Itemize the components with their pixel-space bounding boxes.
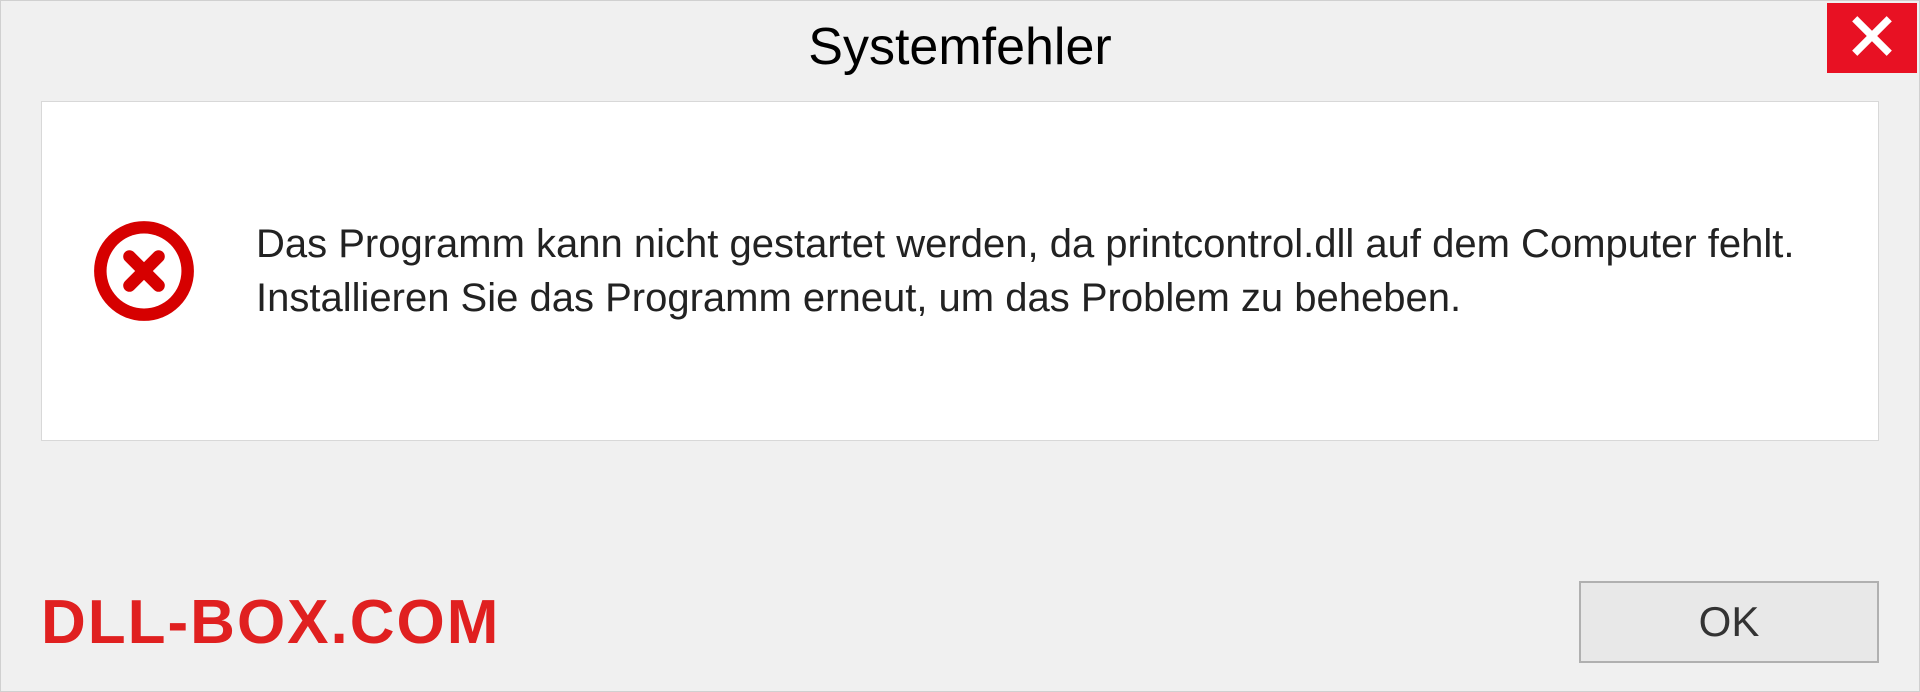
dialog-message: Das Programm kann nicht gestartet werden… bbox=[256, 217, 1828, 325]
error-dialog: Systemfehler Das Programm kann nicht ges… bbox=[0, 0, 1920, 692]
ok-button[interactable]: OK bbox=[1579, 581, 1879, 663]
title-bar: Systemfehler bbox=[1, 1, 1919, 93]
ok-button-label: OK bbox=[1699, 598, 1760, 646]
close-button[interactable] bbox=[1827, 3, 1917, 73]
dialog-content: Das Programm kann nicht gestartet werden… bbox=[41, 101, 1879, 441]
watermark-text: DLL-BOX.COM bbox=[41, 587, 500, 658]
dialog-footer: DLL-BOX.COM OK bbox=[41, 581, 1879, 663]
close-icon bbox=[1850, 14, 1894, 63]
error-icon bbox=[92, 219, 196, 323]
dialog-title: Systemfehler bbox=[808, 17, 1111, 77]
